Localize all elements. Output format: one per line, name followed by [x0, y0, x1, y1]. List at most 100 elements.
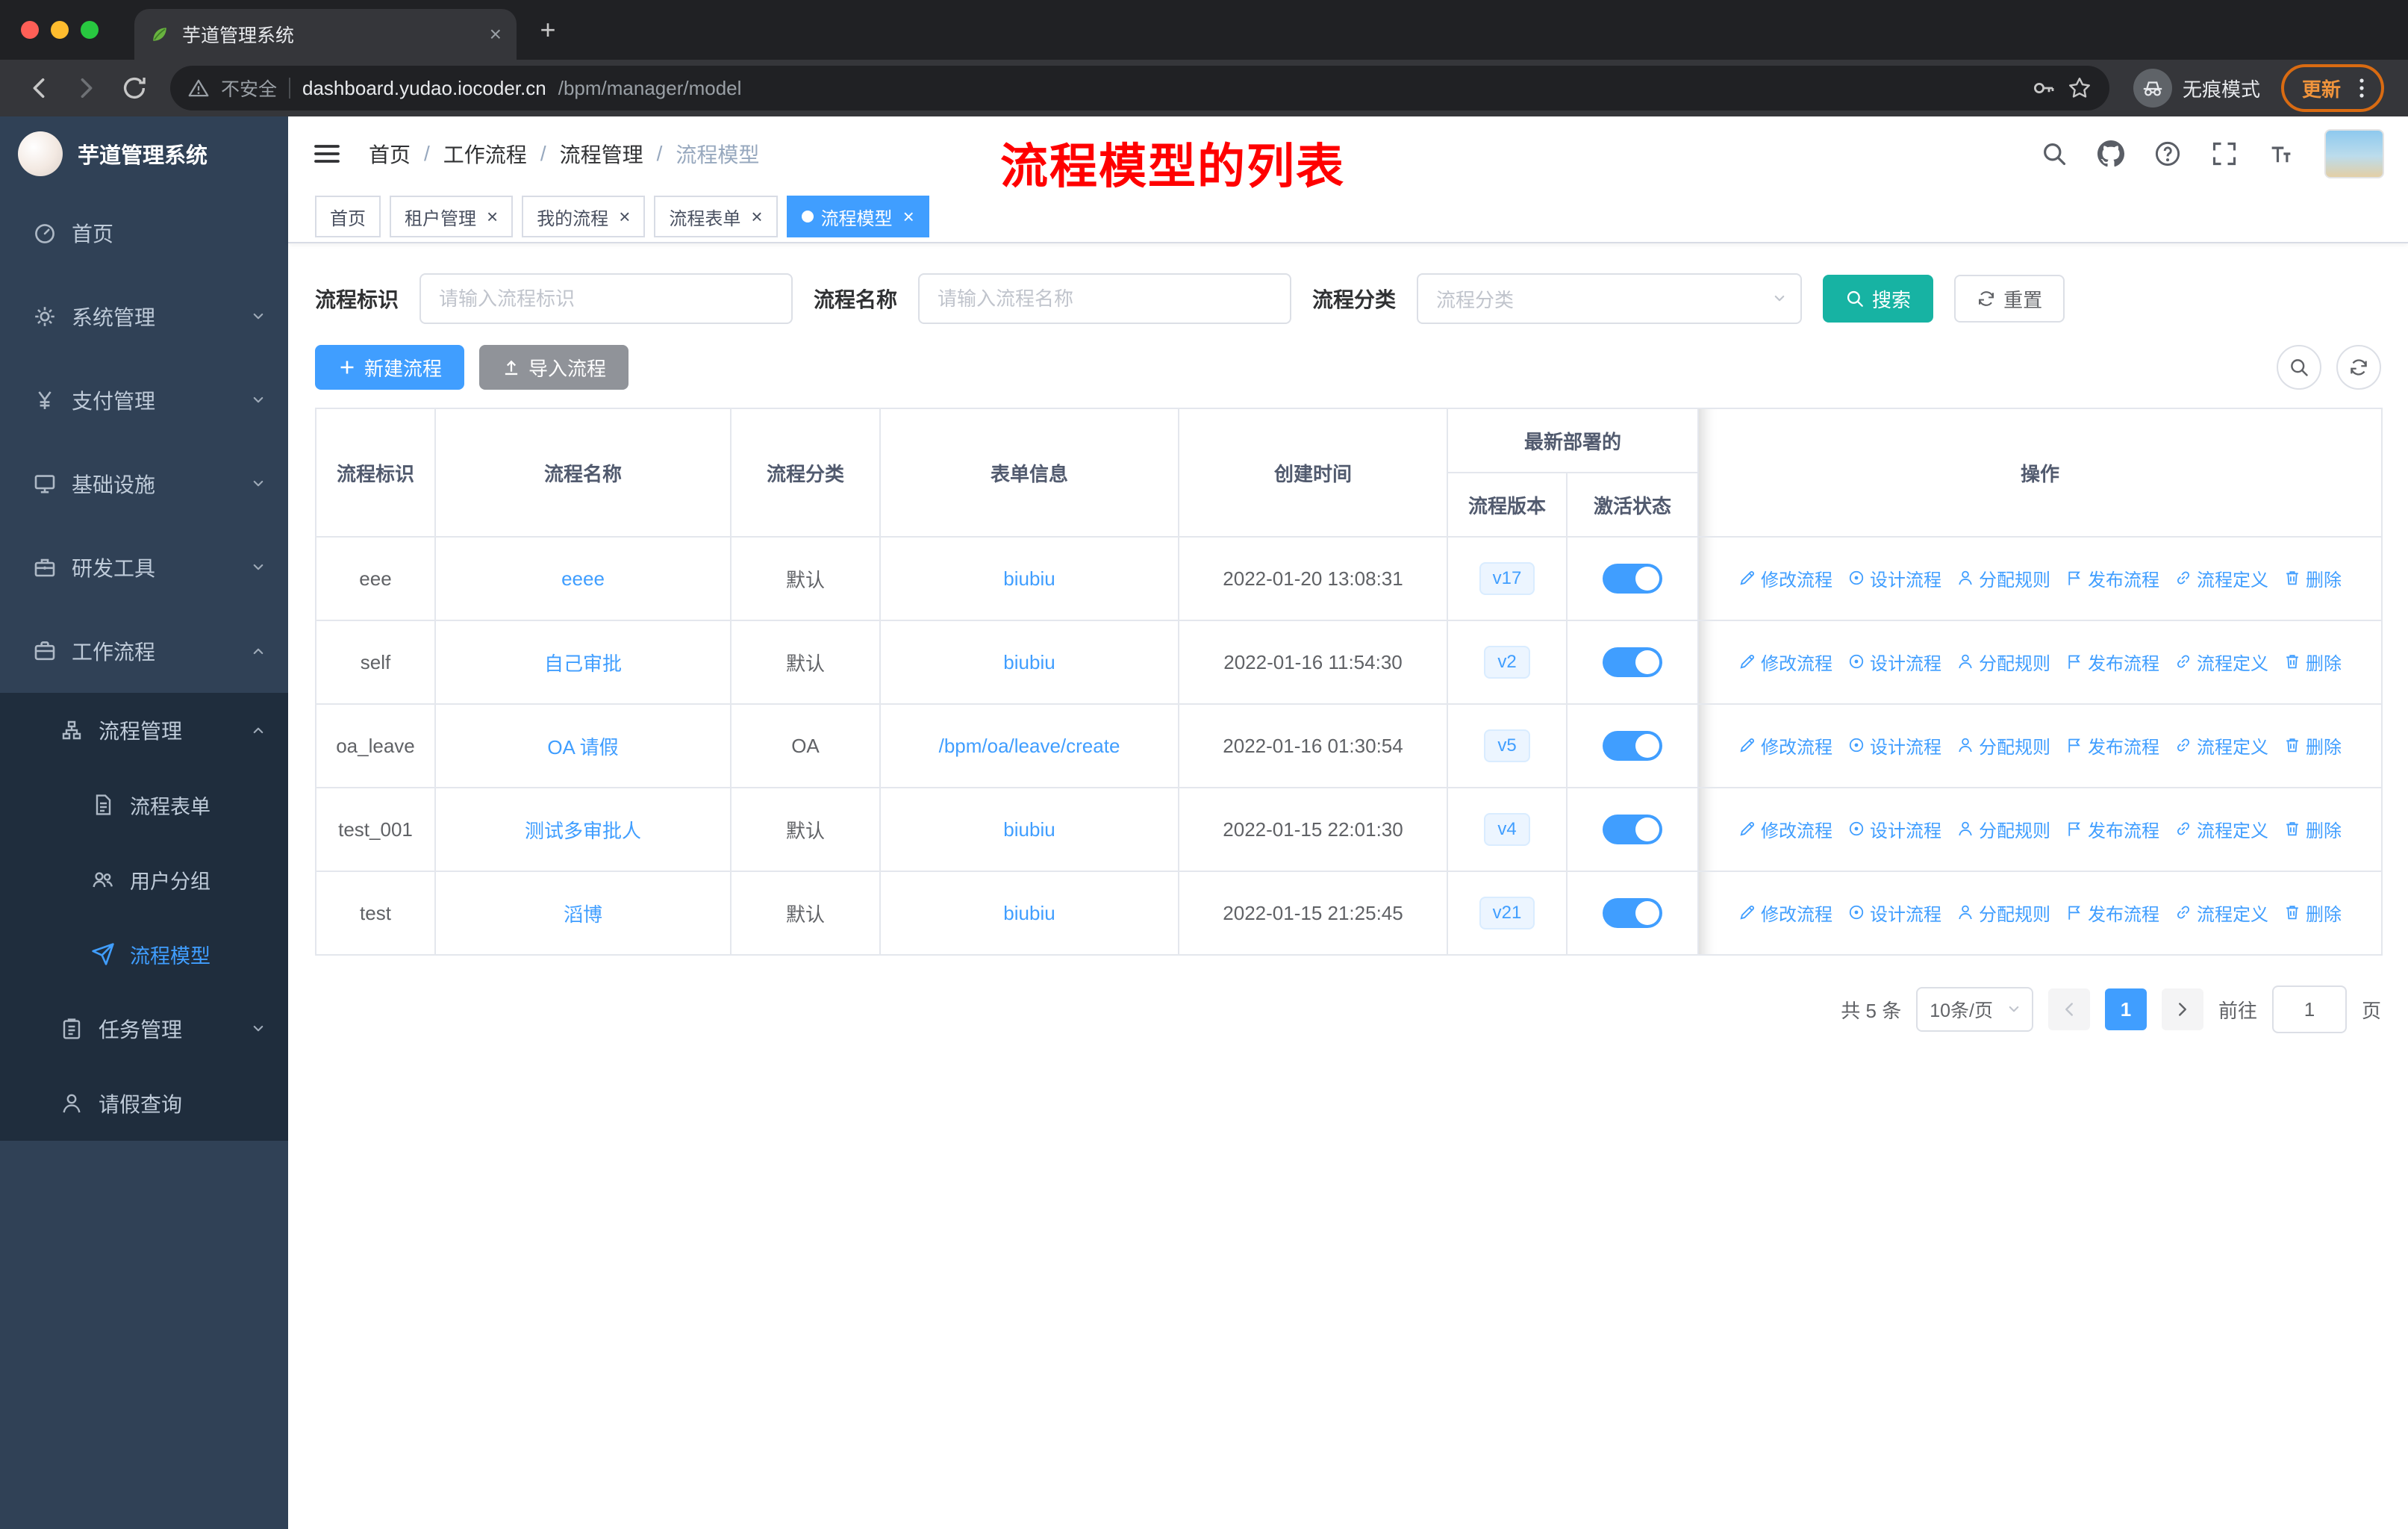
toggle-search-button[interactable] — [2277, 345, 2321, 390]
tag-process-form[interactable]: 流程表单 × — [654, 196, 778, 237]
sidebar-item-system[interactable]: 系统管理 — [0, 275, 288, 358]
search-icon[interactable] — [2041, 140, 2068, 167]
collapse-menu-icon[interactable] — [312, 139, 342, 169]
model-name-link[interactable]: 滔博 — [564, 903, 602, 926]
window-zoom-button[interactable] — [81, 21, 99, 39]
user-avatar[interactable] — [2324, 129, 2384, 178]
design-process-link[interactable]: 设计流程 — [1847, 565, 1941, 591]
breadcrumb-item-workflow[interactable]: 工作流程 — [443, 139, 527, 169]
model-name-link[interactable]: 自己审批 — [544, 653, 622, 675]
reload-button-icon[interactable] — [121, 75, 148, 102]
process-category-select[interactable]: 流程分类 — [1417, 273, 1803, 324]
back-button-icon[interactable] — [25, 75, 52, 102]
form-info-link[interactable]: biubiu — [1003, 567, 1055, 590]
window-close-button[interactable] — [21, 21, 39, 39]
active-status-toggle[interactable] — [1603, 647, 1662, 677]
close-icon[interactable]: × — [619, 207, 630, 226]
assign-rule-link[interactable]: 分配规则 — [1956, 649, 2050, 675]
assign-rule-link[interactable]: 分配规则 — [1956, 816, 2050, 842]
process-key-input[interactable] — [419, 273, 793, 324]
breadcrumb-item-home[interactable]: 首页 — [369, 139, 411, 169]
goto-page-input[interactable] — [2271, 985, 2347, 1033]
active-status-toggle[interactable] — [1603, 564, 1662, 594]
update-browser-button[interactable]: 更新 — [2280, 64, 2384, 112]
process-definition-link[interactable]: 流程定义 — [2174, 816, 2268, 842]
design-process-link[interactable]: 设计流程 — [1847, 816, 1941, 842]
fullscreen-icon[interactable] — [2211, 140, 2238, 167]
modify-process-link[interactable]: 修改流程 — [1738, 732, 1832, 759]
model-name-link[interactable]: 测试多审批人 — [525, 820, 641, 842]
search-button[interactable]: 搜索 — [1823, 275, 1934, 323]
design-process-link[interactable]: 设计流程 — [1847, 900, 1941, 926]
sidebar-item-infra[interactable]: 基础设施 — [0, 442, 288, 526]
browser-tab[interactable]: 芋道管理系统 × — [134, 9, 517, 60]
close-icon[interactable]: × — [487, 207, 498, 226]
design-process-link[interactable]: 设计流程 — [1847, 649, 1941, 675]
form-info-link[interactable]: biubiu — [1003, 818, 1055, 841]
password-key-icon[interactable] — [2032, 76, 2056, 100]
tag-my-process[interactable]: 我的流程 × — [522, 196, 646, 237]
sidebar-item-payment[interactable]: 支付管理 — [0, 358, 288, 442]
new-tab-button[interactable]: + — [528, 10, 567, 49]
browser-menu-icon[interactable] — [2350, 76, 2374, 100]
modify-process-link[interactable]: 修改流程 — [1738, 649, 1832, 675]
font-size-icon[interactable] — [2268, 140, 2295, 167]
design-process-link[interactable]: 设计流程 — [1847, 732, 1941, 759]
bookmark-star-icon[interactable] — [2068, 76, 2092, 100]
security-warning-icon[interactable] — [188, 78, 209, 99]
sidebar-item-process-form[interactable]: 流程表单 — [0, 767, 288, 842]
github-icon[interactable] — [2097, 140, 2124, 167]
tag-tenant-mgmt[interactable]: 租户管理 × — [390, 196, 514, 237]
delete-link[interactable]: 删除 — [2283, 565, 2342, 591]
delete-link[interactable]: 删除 — [2283, 649, 2342, 675]
active-status-toggle[interactable] — [1603, 898, 1662, 928]
assign-rule-link[interactable]: 分配规则 — [1956, 732, 2050, 759]
page-size-select[interactable]: 10条/页 — [1916, 987, 2033, 1032]
publish-process-link[interactable]: 发布流程 — [2065, 816, 2159, 842]
sidebar-item-workflow[interactable]: 工作流程 — [0, 609, 288, 693]
model-name-link[interactable]: eeee — [561, 567, 605, 590]
publish-process-link[interactable]: 发布流程 — [2065, 732, 2159, 759]
refresh-table-button[interactable] — [2336, 345, 2381, 390]
import-process-button[interactable]: 导入流程 — [479, 345, 629, 390]
model-name-link[interactable]: OA 请假 — [547, 736, 618, 759]
prev-page-button[interactable] — [2047, 988, 2090, 1030]
next-page-button[interactable] — [2161, 988, 2203, 1030]
modify-process-link[interactable]: 修改流程 — [1738, 816, 1832, 842]
publish-process-link[interactable]: 发布流程 — [2065, 900, 2159, 926]
assign-rule-link[interactable]: 分配规则 — [1956, 900, 2050, 926]
delete-link[interactable]: 删除 — [2283, 732, 2342, 759]
active-status-toggle[interactable] — [1603, 815, 1662, 844]
close-icon[interactable]: × — [903, 207, 914, 226]
sidebar-item-process-model[interactable]: 流程模型 — [0, 917, 288, 991]
modify-process-link[interactable]: 修改流程 — [1738, 565, 1832, 591]
delete-link[interactable]: 删除 — [2283, 900, 2342, 926]
process-definition-link[interactable]: 流程定义 — [2174, 732, 2268, 759]
delete-link[interactable]: 删除 — [2283, 816, 2342, 842]
sidebar-item-home[interactable]: 首页 — [0, 191, 288, 275]
sidebar-item-task-mgmt[interactable]: 任务管理 — [0, 991, 288, 1066]
form-info-link[interactable]: biubiu — [1003, 902, 1055, 924]
form-info-link[interactable]: biubiu — [1003, 651, 1055, 673]
reset-button[interactable]: 重置 — [1954, 275, 2065, 323]
active-status-toggle[interactable] — [1603, 731, 1662, 761]
help-icon[interactable] — [2154, 140, 2181, 167]
process-definition-link[interactable]: 流程定义 — [2174, 565, 2268, 591]
publish-process-link[interactable]: 发布流程 — [2065, 649, 2159, 675]
tag-home[interactable]: 首页 — [315, 196, 381, 237]
publish-process-link[interactable]: 发布流程 — [2065, 565, 2159, 591]
sidebar-item-user-group[interactable]: 用户分组 — [0, 842, 288, 917]
form-info-link[interactable]: /bpm/oa/leave/create — [939, 735, 1120, 757]
process-name-input[interactable] — [918, 273, 1292, 324]
sidebar-item-leave-query[interactable]: 请假查询 — [0, 1066, 288, 1141]
current-page-button[interactable]: 1 — [2104, 988, 2147, 1030]
modify-process-link[interactable]: 修改流程 — [1738, 900, 1832, 926]
address-bar[interactable]: 不安全 dashboard.yudao.iocoder.cn/bpm/manag… — [170, 66, 2109, 110]
window-minimize-button[interactable] — [51, 21, 69, 39]
create-process-button[interactable]: 新建流程 — [315, 345, 465, 390]
close-icon[interactable]: × — [751, 207, 762, 226]
forward-button-icon[interactable] — [73, 75, 100, 102]
tab-close-icon[interactable]: × — [490, 24, 502, 45]
process-definition-link[interactable]: 流程定义 — [2174, 900, 2268, 926]
breadcrumb-item-process-mgmt[interactable]: 流程管理 — [560, 139, 643, 169]
